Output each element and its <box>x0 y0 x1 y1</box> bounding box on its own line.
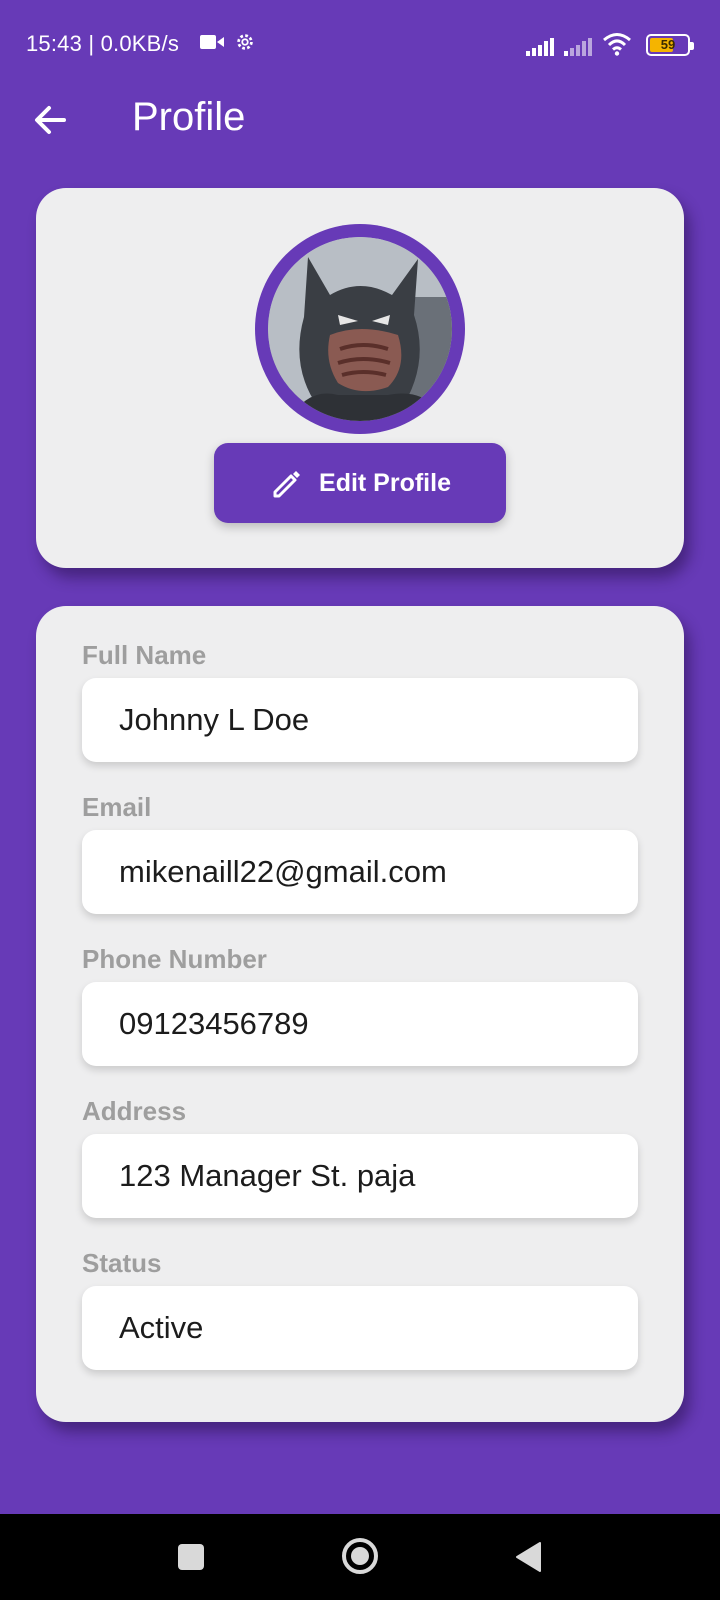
status-label: Status <box>82 1248 162 1278</box>
square-icon[interactable] <box>178 1544 204 1570</box>
address-label: Address <box>82 1096 187 1126</box>
battery-tip <box>690 42 694 50</box>
profile-details-card: Full Name Johnny L Doe Email mikenaill22… <box>36 606 684 1422</box>
video-camera-icon <box>200 35 224 49</box>
avatar-image <box>268 237 452 421</box>
phone-number-field[interactable]: 09123456789 <box>82 982 638 1066</box>
full-name-label: Full Name <box>82 640 207 670</box>
battery-level: 59 <box>660 37 676 52</box>
battery-icon: 59 <box>646 34 694 56</box>
address-field[interactable]: 123 Manager St. paja <box>82 1134 638 1218</box>
phone-number-label: Phone Number <box>82 944 267 974</box>
edit-profile-button[interactable]: Edit Profile <box>214 443 506 523</box>
signal-icon <box>526 38 554 56</box>
pencil-icon <box>273 471 301 498</box>
status-field[interactable]: Active <box>82 1286 638 1370</box>
profile-screen: 15:43 | 0.0KB/s 59 Profile Edit Profile … <box>0 0 720 1600</box>
status-bar: 15:43 | 0.0KB/s 59 <box>0 0 720 88</box>
system-nav-bar <box>0 1514 720 1600</box>
avatar-ring <box>255 224 465 434</box>
signal-secondary-icon <box>564 38 592 56</box>
page-title: Profile <box>132 95 246 139</box>
arrow-left-icon[interactable] <box>30 100 70 140</box>
edit-profile-label: Edit Profile <box>319 468 451 497</box>
avatar <box>268 237 452 421</box>
profile-header-card: Edit Profile <box>36 188 684 568</box>
triangle-back-icon[interactable] <box>514 1541 544 1573</box>
full-name-field[interactable]: Johnny L Doe <box>82 678 638 762</box>
email-label: Email <box>82 792 152 822</box>
status-time: 15:43 | 0.0KB/s <box>26 31 180 56</box>
wifi-icon <box>603 33 631 56</box>
email-field[interactable]: mikenaill22@gmail.com <box>82 830 638 914</box>
app-bar: Profile <box>0 88 720 150</box>
gear-icon <box>237 34 253 50</box>
circle-icon[interactable] <box>342 1538 378 1574</box>
status-indicators: 59 <box>526 30 694 56</box>
